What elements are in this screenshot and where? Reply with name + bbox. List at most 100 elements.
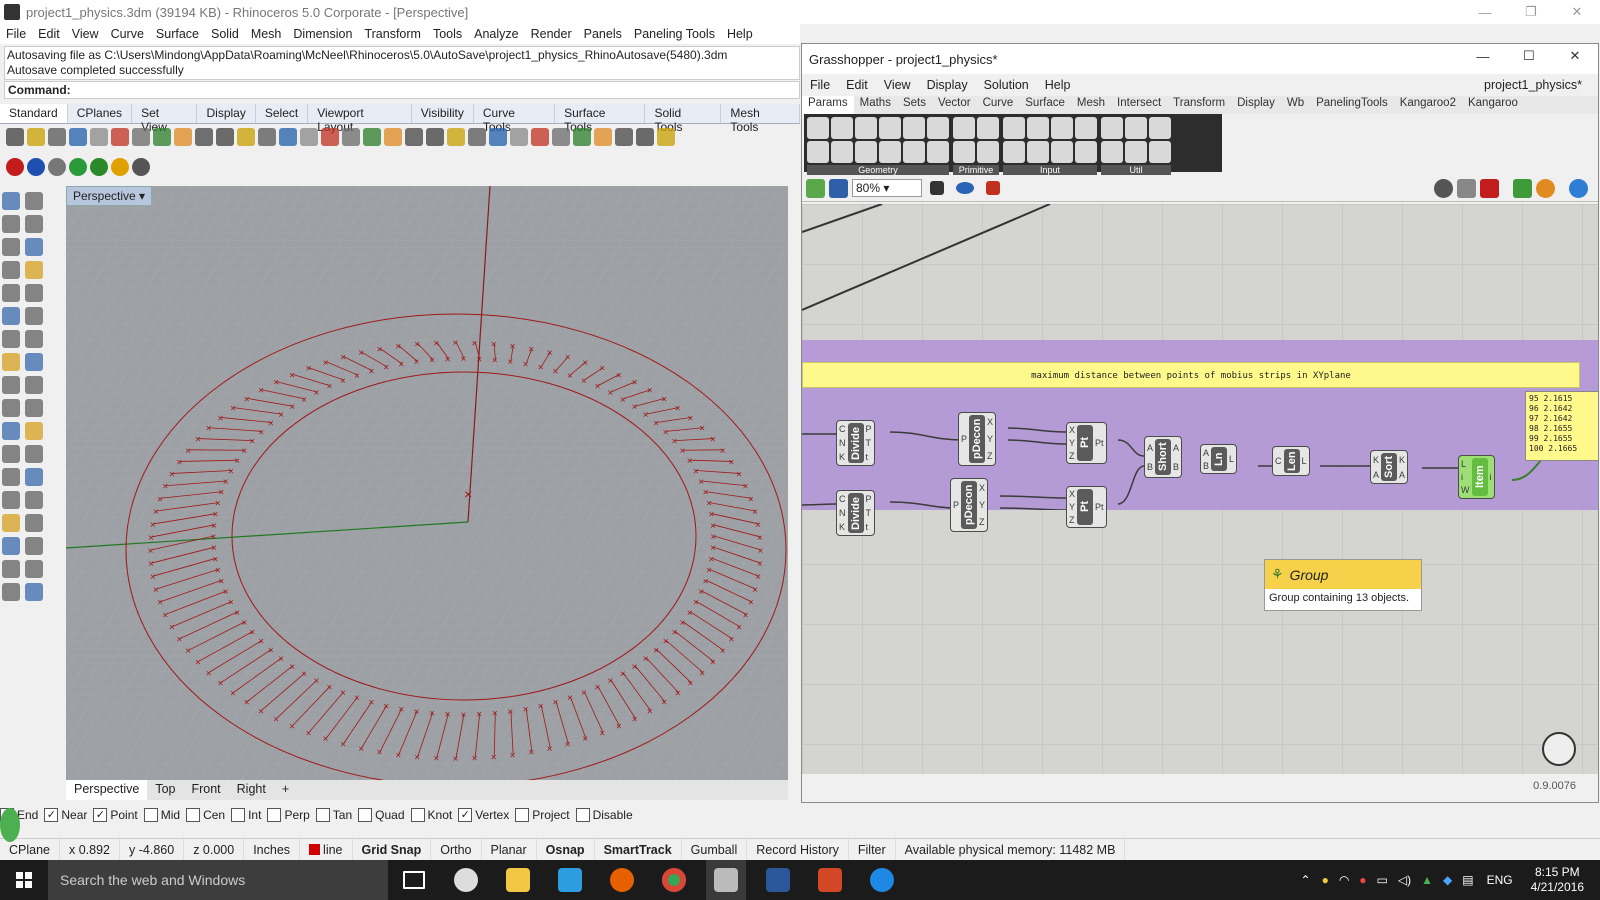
- render-tool-icon[interactable]: [27, 158, 45, 176]
- gh-tab-intersect[interactable]: Intersect: [1111, 96, 1167, 114]
- output-panel[interactable]: 95 2.1615 96 2.1642 97 2.1642 98 2.1655 99 2…: [1525, 391, 1598, 461]
- gh-document-name[interactable]: project1_physics*: [1476, 78, 1590, 92]
- menu-render[interactable]: Render: [525, 27, 578, 41]
- side-tool-icon[interactable]: [2, 422, 20, 440]
- toolbar-tab-standard[interactable]: Standard: [0, 104, 68, 123]
- param-component-icon[interactable]: [1101, 141, 1123, 163]
- render-tool-icon[interactable]: [6, 158, 24, 176]
- side-tool-icon[interactable]: [25, 468, 43, 486]
- gh-menu-file[interactable]: File: [802, 78, 838, 92]
- standard-tool-icon[interactable]: [636, 128, 654, 146]
- side-tool-icon[interactable]: [2, 583, 20, 601]
- param-component-icon[interactable]: [1101, 117, 1123, 139]
- scribble-note[interactable]: maximum distance between points of mobiu…: [802, 362, 1580, 388]
- osnap-quad[interactable]: Quad: [358, 808, 405, 822]
- input-pin[interactable]: X: [1069, 489, 1075, 499]
- input-pin[interactable]: A: [1203, 448, 1209, 458]
- param-component-icon[interactable]: [977, 141, 999, 163]
- input-pin[interactable]: C: [839, 494, 846, 504]
- toggle-filter[interactable]: Filter: [849, 839, 896, 861]
- side-tool-icon[interactable]: [25, 445, 43, 463]
- side-tool-icon[interactable]: [2, 491, 20, 509]
- input-pin[interactable]: B: [1203, 461, 1209, 471]
- mesh-quality-icon[interactable]: [1536, 178, 1555, 198]
- side-tool-icon[interactable]: [2, 537, 20, 555]
- output-pin[interactable]: Y: [987, 434, 993, 444]
- gh-tab-maths[interactable]: Maths: [854, 96, 897, 114]
- side-tool-icon[interactable]: [25, 330, 43, 348]
- dropbox-icon[interactable]: ◆: [1443, 873, 1452, 887]
- chrome-icon[interactable]: [654, 860, 694, 900]
- display-sphere-icon[interactable]: [1569, 178, 1588, 198]
- tray-app-icon[interactable]: ●: [1359, 873, 1366, 887]
- gh-menu-edit[interactable]: Edit: [838, 78, 876, 92]
- component-divide[interactable]: C N K Divide P Tt: [836, 490, 875, 536]
- side-tool-icon[interactable]: [25, 261, 43, 279]
- component-pdecon[interactable]: PpDecon X Y Z: [950, 478, 989, 532]
- param-component-icon[interactable]: [1027, 141, 1049, 163]
- param-component-icon[interactable]: [1003, 141, 1025, 163]
- standard-tool-icon[interactable]: [279, 128, 297, 146]
- viewport-tab-perspective[interactable]: Perspective: [66, 780, 148, 800]
- side-tool-icon[interactable]: [2, 261, 20, 279]
- firefox-icon[interactable]: [602, 860, 642, 900]
- input-pin[interactable]: i: [1461, 472, 1470, 482]
- side-tool-icon[interactable]: [2, 560, 20, 578]
- zoom-extents-icon[interactable]: [930, 181, 944, 195]
- side-tool-icon[interactable]: [25, 560, 43, 578]
- menu-curve[interactable]: Curve: [105, 27, 150, 41]
- notifications-icon[interactable]: ▤: [1462, 873, 1473, 887]
- param-component-icon[interactable]: [903, 117, 925, 139]
- status-layer[interactable]: line: [300, 839, 353, 861]
- side-tool-icon[interactable]: [25, 307, 43, 325]
- toolbar-tab-display[interactable]: Display: [197, 104, 256, 123]
- side-tool-icon[interactable]: [2, 514, 20, 532]
- minimize-icon[interactable]: —: [1462, 0, 1508, 24]
- powerpoint-icon[interactable]: [810, 860, 850, 900]
- menu-mesh[interactable]: Mesh: [245, 27, 288, 41]
- input-pin[interactable]: K: [839, 452, 846, 462]
- output-pin[interactable]: B: [1173, 462, 1179, 472]
- perspective-viewport[interactable]: × × × × × × × × × × × × × × × × × × × × × × × × × × × × × × × × × × × × × × × ×…: [66, 186, 788, 780]
- gh-tab-wb[interactable]: Wb: [1281, 96, 1310, 114]
- param-component-icon[interactable]: [1051, 141, 1073, 163]
- input-pin[interactable]: Y: [1069, 502, 1075, 512]
- output-pin[interactable]: i: [1490, 472, 1492, 482]
- component-divide[interactable]: C N K Divide P Tt: [836, 420, 875, 466]
- standard-tool-icon[interactable]: [27, 128, 45, 146]
- toolbar-tab-viewport-layout[interactable]: Viewport Layout: [308, 104, 412, 134]
- output-pin[interactable]: Y: [979, 500, 985, 510]
- standard-tool-icon[interactable]: [111, 128, 129, 146]
- side-tool-icon[interactable]: [25, 353, 43, 371]
- toolbar-tab-select[interactable]: Select: [256, 104, 309, 123]
- output-pin[interactable]: P: [866, 494, 872, 504]
- close-icon[interactable]: ✕: [1554, 0, 1600, 24]
- component-len[interactable]: C Len L: [1272, 446, 1310, 476]
- menu-solid[interactable]: Solid: [205, 27, 245, 41]
- gh-tab-kangaroo2[interactable]: Kangaroo2: [1394, 96, 1462, 114]
- solver-dial-icon[interactable]: [1542, 732, 1576, 766]
- render-tool-icon[interactable]: [90, 158, 108, 176]
- output-pin[interactable]: X: [987, 417, 993, 427]
- osnap-knot[interactable]: Knot: [410, 808, 452, 822]
- output-pin[interactable]: A: [1399, 470, 1405, 480]
- side-tool-icon[interactable]: [2, 238, 20, 256]
- viewport-title[interactable]: Perspective ▾: [66, 186, 153, 206]
- side-tool-icon[interactable]: [25, 514, 43, 532]
- toolbar-tab-cplanes[interactable]: CPlanes: [68, 104, 133, 123]
- volume-icon[interactable]: ◁): [1398, 873, 1411, 887]
- side-tool-icon[interactable]: [2, 376, 20, 394]
- wifi-icon[interactable]: ◠: [1339, 873, 1349, 887]
- preview-none-icon[interactable]: [1457, 178, 1476, 198]
- gh-menu-solution[interactable]: Solution: [976, 78, 1037, 92]
- input-pin[interactable]: N: [839, 508, 846, 518]
- status-units[interactable]: Inches: [244, 839, 301, 861]
- standard-tool-icon[interactable]: [531, 128, 549, 146]
- standard-tool-icon[interactable]: [468, 128, 486, 146]
- toggle-record-history[interactable]: Record History: [747, 839, 849, 861]
- output-pin[interactable]: K: [1399, 455, 1405, 465]
- input-pin[interactable]: P: [961, 434, 967, 444]
- app-icon-pinwheel[interactable]: [446, 860, 486, 900]
- side-tool-icon[interactable]: [25, 192, 43, 210]
- input-pin[interactable]: C: [839, 424, 846, 434]
